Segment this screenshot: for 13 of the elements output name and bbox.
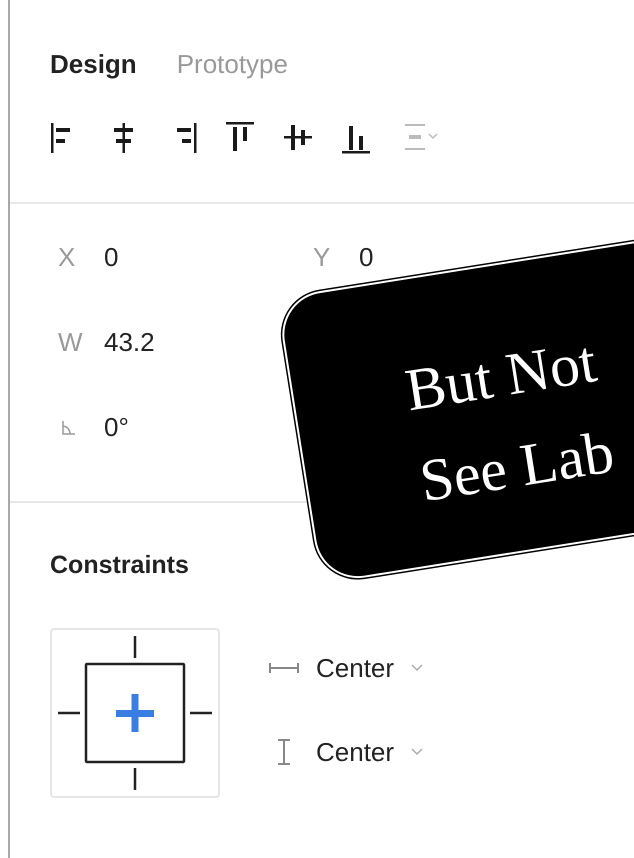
vertical-constraint-select[interactable]: Center <box>268 734 424 770</box>
number-field[interactable]: W 43.2 <box>58 325 155 360</box>
number-field[interactable]: X 0 <box>58 240 118 275</box>
constraint-widget[interactable] <box>50 628 220 798</box>
panel-tab[interactable]: Design <box>50 44 137 84</box>
caret-icon <box>410 663 424 673</box>
caret-icon <box>410 747 424 757</box>
width-icon <box>268 661 300 675</box>
angle-icon <box>61 420 77 436</box>
horizontal-constraint-select[interactable]: Center <box>268 650 424 686</box>
section-title: Constraints <box>50 551 190 580</box>
rotation-field[interactable]: 0° <box>58 410 129 445</box>
number-field[interactable]: Y 0 <box>313 240 374 275</box>
